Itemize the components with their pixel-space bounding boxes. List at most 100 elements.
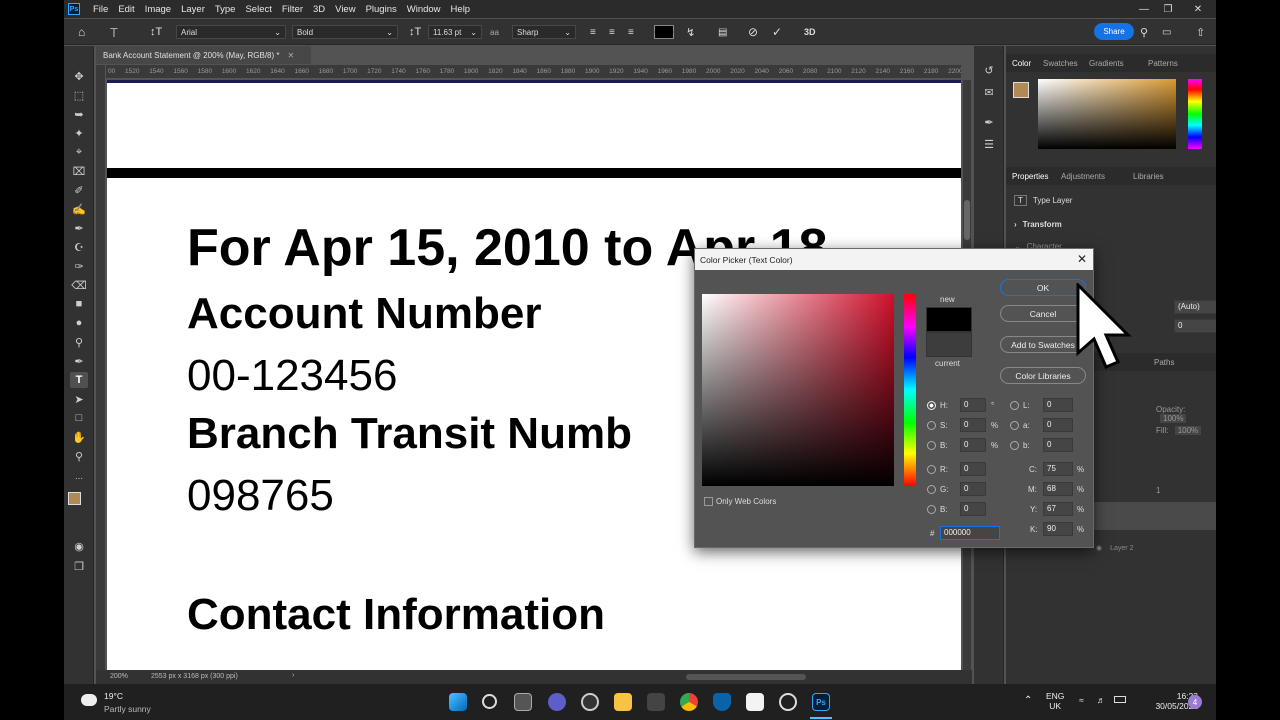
foreground-color-swatch[interactable] [68,492,81,505]
layer-2-row[interactable]: ◉ Layer 2 [1096,544,1133,552]
tab-patterns[interactable]: Patterns [1148,59,1178,68]
history-brush-icon[interactable]: ✑ [70,258,88,274]
tab-swatches[interactable]: Swatches [1043,59,1078,68]
branch-transit-label[interactable]: Branch Transit Numb [187,409,632,459]
tab-paths[interactable]: Paths [1154,358,1174,367]
gradient-tool-icon[interactable]: ■ [70,296,88,312]
blue-field[interactable]: 0 [960,502,986,516]
tracking-field[interactable]: 0 [1174,319,1216,333]
task-view-icon[interactable] [514,693,532,711]
menu-view[interactable]: View [330,4,360,15]
saturation-field[interactable]: 0 [960,418,986,432]
menu-select[interactable]: Select [240,4,276,15]
menu-edit[interactable]: Edit [113,4,139,15]
close-tab-icon[interactable]: ✕ [288,51,295,60]
menu-type[interactable]: Type [210,4,241,15]
lab-a-radio[interactable] [1010,421,1019,430]
weather-desc[interactable]: Partly sunny [104,704,151,714]
chevron-up-icon[interactable]: ⌃ [1024,695,1032,706]
blue-radio[interactable] [927,505,936,514]
character-panel-icon[interactable]: ▤ [718,25,727,39]
weather-temp[interactable]: 19°C [104,691,123,701]
chrome-icon[interactable] [680,693,698,711]
share-button[interactable]: Share [1094,23,1134,40]
horizontal-scrollbar[interactable] [686,674,806,680]
close-window-icon[interactable]: ✕ [1186,0,1210,18]
font-style-select[interactable]: Bold ⌄ [292,25,398,39]
battery-icon[interactable] [1114,696,1126,703]
more-tools-icon[interactable]: ⋯ [70,470,88,486]
volume-icon[interactable]: ♬ [1097,695,1106,705]
hex-field[interactable]: 000000 [940,526,1000,540]
opacity-value[interactable]: 100% [1160,414,1187,423]
text-orientation-icon[interactable]: ↕T [150,25,162,39]
color-panel-field[interactable] [1038,79,1176,149]
wifi-icon[interactable]: ≈ [1079,695,1084,705]
yellow-field[interactable]: 67 [1043,502,1073,516]
type-tool-active-icon[interactable]: T [70,372,88,388]
comments-panel-icon[interactable]: ✉ [980,84,998,100]
leading-field[interactable]: (Auto) [1174,300,1216,314]
menu-layer[interactable]: Layer [176,4,210,15]
cyan-field[interactable]: 75 [1043,462,1073,476]
screen-mode-icon[interactable]: ❐ [70,558,88,574]
magenta-field[interactable]: 68 [1043,482,1073,496]
contact-information-heading[interactable]: Contact Information [187,590,605,640]
tab-color[interactable]: Color [1012,59,1031,68]
zoom-tool-icon[interactable]: ⚲ [70,448,88,464]
frame-tool-icon[interactable]: ⌧ [70,163,88,179]
menu-image[interactable]: Image [140,4,176,15]
align-center-icon[interactable]: ≡ [609,25,615,39]
chat-icon[interactable] [548,693,566,711]
menu-filter[interactable]: Filter [277,4,308,15]
warp-text-icon[interactable]: ↯ [686,25,695,39]
panel-foreground-swatch[interactable] [1013,82,1029,98]
eyedropper-icon[interactable]: ✐ [70,182,88,198]
menu-help[interactable]: Help [446,4,476,15]
font-family-select[interactable]: Arial ⌄ [176,25,286,39]
type-tool-icon[interactable]: T [110,25,118,40]
fill-value[interactable]: 100% [1174,426,1202,435]
brush-panel-icon[interactable]: ✒ [980,114,998,130]
scrollbar-thumb[interactable] [964,200,970,240]
dell-icon[interactable] [581,693,599,711]
tab-properties[interactable]: Properties [1012,172,1048,181]
search-icon[interactable] [482,694,497,709]
chevron-right-icon[interactable]: › [292,672,294,679]
minimize-icon[interactable]: — [1132,0,1156,18]
restore-icon[interactable]: ❐ [1156,0,1180,18]
only-web-colors-checkbox[interactable] [704,497,713,506]
hue-radio[interactable] [927,401,936,410]
photoshop-taskbar-icon[interactable]: Ps [812,693,830,711]
account-number-label[interactable]: Account Number [187,289,541,339]
history-panel-icon[interactable]: ↺ [980,62,998,78]
commit-edit-icon[interactable]: ✓ [772,25,782,39]
saturation-radio[interactable] [927,421,936,430]
tab-libraries[interactable]: Libraries [1133,172,1164,181]
pen-tool-icon[interactable]: ✒ [70,353,88,369]
green-field[interactable]: 0 [960,482,986,496]
share-export-icon[interactable]: ⇧ [1196,25,1205,39]
green-radio[interactable] [927,485,936,494]
settings-icon[interactable] [779,693,797,711]
transform-section[interactable]: › Transform [1014,220,1062,229]
blur-tool-icon[interactable]: ● [70,315,88,331]
path-select-icon[interactable]: ➤ [70,391,88,407]
zoom-level[interactable]: 200% [110,673,128,680]
move-tool-icon[interactable]: ✥ [70,68,88,84]
menu-3d[interactable]: 3D [308,4,330,15]
branch-transit-value[interactable]: 098765 [187,471,334,521]
dodge-tool-icon[interactable]: ⚲ [70,334,88,350]
tab-gradients[interactable]: Gradients [1089,59,1124,68]
notification-badge[interactable]: 4 [1188,695,1202,709]
lab-b-field[interactable]: 0 [1043,438,1073,452]
current-color-swatch[interactable] [926,332,972,357]
font-size-select[interactable]: 11.63 pt ⌄ [428,25,482,39]
home-icon[interactable]: ⌂ [78,25,85,39]
red-radio[interactable] [927,465,936,474]
red-field[interactable]: 0 [960,462,986,476]
hand-tool-icon[interactable]: ✋ [70,429,88,445]
store-icon[interactable] [647,693,665,711]
menu-file[interactable]: File [88,4,113,15]
lab-b-radio[interactable] [1010,441,1019,450]
